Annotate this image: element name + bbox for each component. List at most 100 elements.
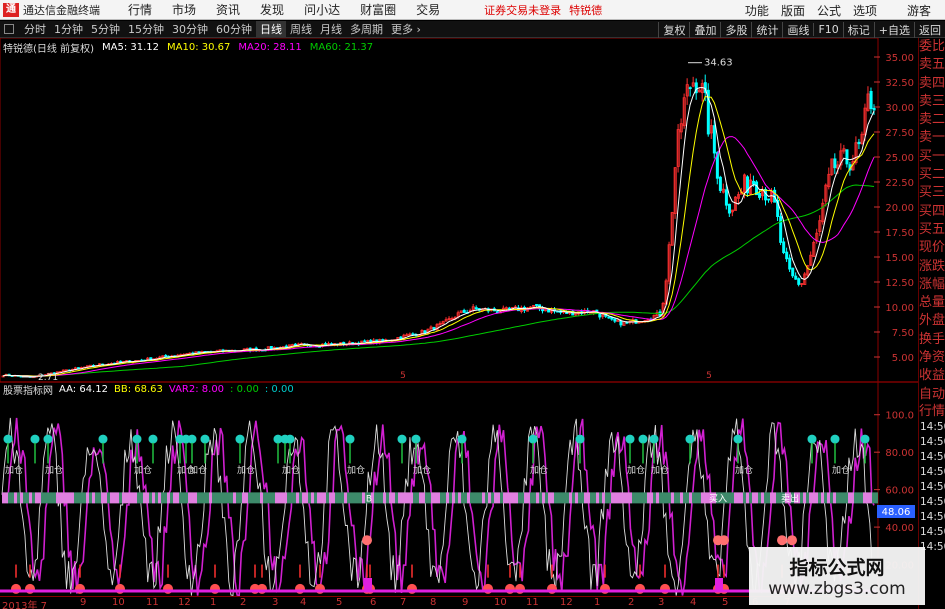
- state-segment: [758, 492, 761, 504]
- side-item-13[interactable]: 涨幅: [919, 276, 945, 294]
- period-1min[interactable]: 1分钟: [50, 21, 87, 37]
- menu-layout[interactable]: 版面: [775, 2, 811, 19]
- state-segment: [272, 492, 275, 504]
- auto-refresh-head[interactable]: 自动: [919, 386, 945, 403]
- side-item-1[interactable]: 卖五: [919, 56, 945, 74]
- state-segment: [341, 492, 344, 504]
- guest-user[interactable]: 游客: [901, 2, 937, 19]
- tick-time-0: 14:50: [920, 420, 945, 433]
- period-15min[interactable]: 15分钟: [124, 21, 168, 37]
- tool-statistics[interactable]: 统计: [751, 21, 782, 38]
- chart-area[interactable]: 35.00 32.50 30.00 27.50 25.00 22.50 20.00 17.50…: [0, 38, 918, 596]
- side-item-15[interactable]: 外盘: [919, 312, 945, 330]
- side-item-18[interactable]: 收益: [919, 367, 945, 385]
- period-monthly[interactable]: 月线: [316, 21, 346, 37]
- side-item-5[interactable]: 卖一: [919, 129, 945, 147]
- state-segment: [680, 492, 683, 504]
- tool-add-watchlist[interactable]: +自选: [873, 21, 914, 38]
- buy-signal-dot: [575, 434, 585, 444]
- state-segment: [617, 492, 620, 504]
- state-segment: [653, 492, 656, 504]
- state-segment: [662, 492, 665, 504]
- side-item-10[interactable]: 买五: [919, 221, 945, 239]
- add-position-label: 加仓: [189, 464, 207, 476]
- side-item-4[interactable]: 卖二: [919, 111, 945, 129]
- state-segment: [431, 492, 434, 504]
- state-segment: [650, 492, 653, 504]
- app-logo-icon: 通: [3, 2, 19, 17]
- period-toolbar: 分时 1分钟 5分钟 15分钟 30分钟 60分钟 日线 周线 月线 多周期 更…: [0, 21, 945, 38]
- side-item-6[interactable]: 买一: [919, 148, 945, 166]
- menu-trade[interactable]: 交易: [406, 1, 450, 18]
- candle-body: [712, 125, 716, 154]
- state-segment: [488, 492, 491, 504]
- indicator-bb-line: [2, 417, 875, 596]
- menu-options[interactable]: 选项: [847, 2, 883, 19]
- side-item-16[interactable]: 换手: [919, 331, 945, 349]
- state-segment: [545, 492, 548, 504]
- menu-wealth-circle[interactable]: 财富圈: [350, 1, 406, 18]
- date-label: 3: [272, 597, 279, 608]
- tool-overlay[interactable]: 叠加: [689, 21, 720, 38]
- ma60-line: [2, 184, 875, 377]
- state-segment: [194, 492, 197, 504]
- buy-signal-dot: [638, 434, 648, 444]
- menu-assistant[interactable]: 问小达: [294, 1, 350, 18]
- state-segment: [221, 492, 224, 504]
- period-multi[interactable]: 多周期: [346, 21, 387, 37]
- menu-function[interactable]: 功能: [739, 2, 775, 19]
- indicator-axis-label: 80.00: [885, 448, 914, 459]
- side-item-14[interactable]: 总量: [919, 294, 945, 312]
- state-segment: [344, 492, 347, 504]
- side-item-3[interactable]: 卖三: [919, 93, 945, 111]
- state-segment: [44, 492, 47, 504]
- period-30min[interactable]: 30分钟: [168, 21, 212, 37]
- state-segment: [380, 492, 383, 504]
- menu-market[interactable]: 市场: [162, 1, 206, 18]
- state-segment: [116, 492, 119, 504]
- menu-news[interactable]: 资讯: [206, 1, 250, 18]
- menu-formula[interactable]: 公式: [811, 2, 847, 19]
- tool-multi-stock[interactable]: 多股: [720, 21, 751, 38]
- state-segment: [425, 492, 428, 504]
- period-more[interactable]: 更多 ›: [387, 21, 425, 37]
- auto-quotes-head[interactable]: 行情: [919, 403, 945, 420]
- period-60min[interactable]: 60分钟: [212, 21, 256, 37]
- side-item-12[interactable]: 涨跌: [919, 258, 945, 276]
- state-segment: [815, 492, 818, 504]
- period-weekly[interactable]: 周线: [286, 21, 316, 37]
- login-notice[interactable]: 证券交易未登录: [484, 2, 561, 18]
- side-item-8[interactable]: 买三: [919, 184, 945, 202]
- side-item-11[interactable]: 现价: [919, 239, 945, 257]
- side-item-2[interactable]: 卖四: [919, 75, 945, 93]
- price-axis-label: 7.50: [892, 328, 914, 339]
- price-axis-label: 25.00: [885, 153, 914, 164]
- period-daily[interactable]: 日线: [256, 21, 286, 37]
- tool-f10[interactable]: F10: [813, 23, 842, 36]
- state-segment: [86, 492, 89, 504]
- state-segment: [395, 492, 398, 504]
- side-item-17[interactable]: 净资: [919, 349, 945, 367]
- tool-mark[interactable]: 标记: [842, 21, 874, 38]
- side-item-0[interactable]: 委比: [919, 38, 945, 56]
- period-5min[interactable]: 5分钟: [87, 21, 124, 37]
- candle-body: [752, 180, 756, 185]
- state-segment: [821, 492, 824, 504]
- panel-toggle-icon[interactable]: [4, 24, 14, 34]
- buy-signal-dot: [457, 434, 467, 444]
- menu-quotes[interactable]: 行情: [118, 1, 162, 18]
- state-segment: [89, 492, 92, 504]
- tool-adjust[interactable]: 复权: [658, 21, 689, 38]
- date-label: 8: [430, 597, 437, 608]
- candle-body: [797, 278, 801, 285]
- side-item-7[interactable]: 买二: [919, 166, 945, 184]
- period-tick[interactable]: 分时: [20, 21, 50, 37]
- tool-back[interactable]: 返回: [914, 21, 945, 38]
- menu-discover[interactable]: 发现: [250, 1, 294, 18]
- price-axis-label: 22.50: [885, 178, 914, 189]
- stock-terminal-window: 通 通达信金融终端 行情 市场 资讯 发现 问小达 财富圈 交易 证券交易未登录…: [0, 0, 945, 609]
- tick-time-4: 14:50: [920, 480, 945, 493]
- state-segment: [407, 492, 410, 504]
- tool-draw[interactable]: 画线: [782, 21, 813, 38]
- side-item-9[interactable]: 买四: [919, 203, 945, 221]
